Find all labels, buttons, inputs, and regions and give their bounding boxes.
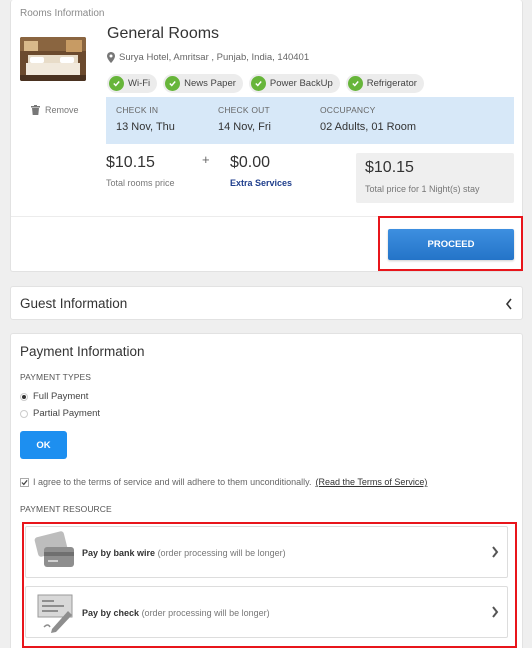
room-thumbnail xyxy=(20,37,86,81)
pay-by-bank-wire-option[interactable]: Pay by bank wire (order processing will … xyxy=(25,526,508,578)
chevron-right-icon xyxy=(492,546,499,558)
partial-payment-radio[interactable] xyxy=(20,409,28,418)
bank-wire-text: Pay by bank wire (order processing will … xyxy=(82,548,286,558)
payment-types-label: PAYMENT TYPES xyxy=(20,372,92,382)
rooms-price-label: Total rooms price xyxy=(106,178,175,188)
rooms-information-card: Rooms Information Remove General Rooms S… xyxy=(10,0,523,272)
cheque-icon xyxy=(37,594,73,633)
payment-resource-label: PAYMENT RESOURCE xyxy=(20,504,112,514)
extra-services-price: $0.00 xyxy=(230,154,271,171)
check-title: Pay by check xyxy=(82,608,140,618)
full-payment-radio[interactable] xyxy=(20,392,28,401)
check-note: (order processing will be longer) xyxy=(141,608,270,618)
extra-services-link[interactable]: Extra Services xyxy=(230,178,292,188)
amenity-chip: Refrigerator xyxy=(345,74,424,93)
check-out: CHECK OUT 14 Nov, Fri xyxy=(218,105,271,133)
check-in-label: CHECK IN xyxy=(116,105,159,115)
partial-payment-option[interactable]: Partial Payment xyxy=(20,408,100,419)
credit-card-icon xyxy=(34,531,74,567)
occupancy-label: OCCUPANCY xyxy=(320,105,376,115)
check-circle-icon xyxy=(165,76,181,91)
checkmark-icon xyxy=(21,479,28,485)
trash-icon xyxy=(31,105,40,115)
terms-of-service-link[interactable]: (Read the Terms of Service) xyxy=(315,477,427,487)
check-in: CHECK IN 13 Nov, Thu xyxy=(116,105,175,133)
chevron-left-icon[interactable] xyxy=(505,298,513,310)
amenity-chip: Wi-Fi xyxy=(107,74,158,93)
total-price-label: Total price for 1 Night(s) stay xyxy=(365,184,480,194)
amenity-label: Wi-Fi xyxy=(128,78,151,89)
total-price: $10.15 xyxy=(365,159,414,176)
payment-resource-frame: Pay by bank wire (order processing will … xyxy=(22,522,517,648)
map-pin-icon xyxy=(107,52,115,63)
occupancy: OCCUPANCY 02 Adults, 01 Room xyxy=(320,105,416,133)
bank-wire-title: Pay by bank wire xyxy=(82,548,156,558)
amenity-label: Power BackUp xyxy=(269,78,333,89)
remove-label: Remove xyxy=(45,105,79,115)
guest-information-title: Guest Information xyxy=(20,296,128,311)
terms-text: I agree to the terms of service and will… xyxy=(33,477,312,487)
rooms-section-label: Rooms Information xyxy=(20,8,105,19)
extra-services-block: $0.00 Extra Services xyxy=(230,154,292,188)
guest-information-card[interactable]: Guest Information xyxy=(10,286,523,320)
pay-by-check-option[interactable]: Pay by check (order processing will be l… xyxy=(25,586,508,638)
rooms-price-block: $10.15 Total rooms price xyxy=(106,154,175,188)
check-circle-icon xyxy=(109,76,124,91)
check-circle-icon xyxy=(250,76,266,91)
payment-information-title: Payment Information xyxy=(20,344,145,359)
room-name: General Rooms xyxy=(107,25,220,42)
check-out-value: 14 Nov, Fri xyxy=(218,121,271,133)
occupancy-value: 02 Adults, 01 Room xyxy=(320,121,417,133)
amenity-chip: News Paper xyxy=(163,74,243,93)
check-text: Pay by check (order processing will be l… xyxy=(82,608,270,618)
amenities-list: Wi-Fi News Paper Power BackUp Refrigerat… xyxy=(107,74,424,93)
rooms-price: $10.15 xyxy=(106,154,155,171)
terms-checkbox[interactable] xyxy=(20,477,29,487)
partial-payment-label: Partial Payment xyxy=(33,408,101,419)
chevron-right-icon xyxy=(492,606,499,618)
amenity-chip: Power BackUp xyxy=(248,74,340,93)
hotel-address: Surya Hotel, Amritsar , Punjab, India, 1… xyxy=(107,52,309,63)
check-out-label: CHECK OUT xyxy=(218,105,270,115)
full-payment-label: Full Payment xyxy=(33,391,89,402)
ok-button[interactable]: OK xyxy=(20,431,67,459)
remove-room-link[interactable]: Remove xyxy=(31,105,79,115)
amenity-label: Refrigerator xyxy=(366,78,417,89)
terms-agreement: I agree to the terms of service and will… xyxy=(20,477,427,487)
address-text: Surya Hotel, Amritsar , Punjab, India, 1… xyxy=(119,52,310,63)
full-payment-option[interactable]: Full Payment xyxy=(20,391,88,402)
bank-wire-note: (order processing will be longer) xyxy=(157,548,286,558)
plus-sign: + xyxy=(202,152,210,167)
amenity-label: News Paper xyxy=(184,78,236,89)
proceed-button[interactable]: PROCEED xyxy=(388,229,514,260)
check-in-value: 13 Nov, Thu xyxy=(116,121,175,133)
total-price-box: $10.15 Total price for 1 Night(s) stay xyxy=(356,153,514,203)
check-circle-icon xyxy=(347,76,363,91)
booking-details: CHECK IN 13 Nov, Thu CHECK OUT 14 Nov, F… xyxy=(106,97,514,144)
proceed-highlight: PROCEED xyxy=(378,216,523,271)
